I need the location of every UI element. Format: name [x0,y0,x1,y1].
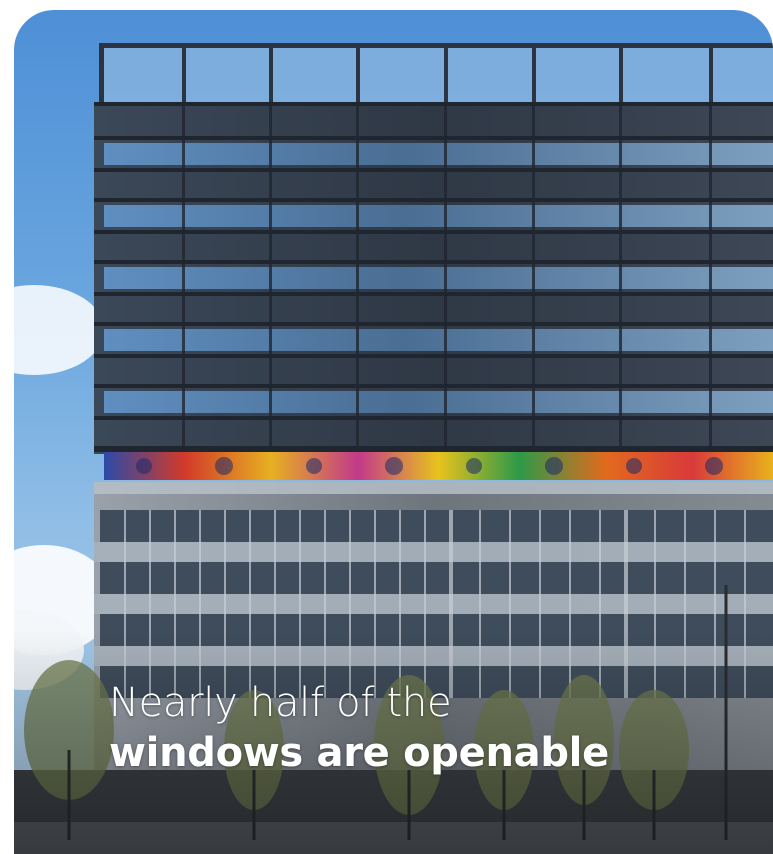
feature-card[interactable]: Nearly half of the windows are openable [14,10,773,854]
caption-line-1: Nearly half of the [109,680,452,726]
caption-line-2: windows are openable [109,730,609,776]
caption: Nearly half of the windows are openable [109,678,749,778]
